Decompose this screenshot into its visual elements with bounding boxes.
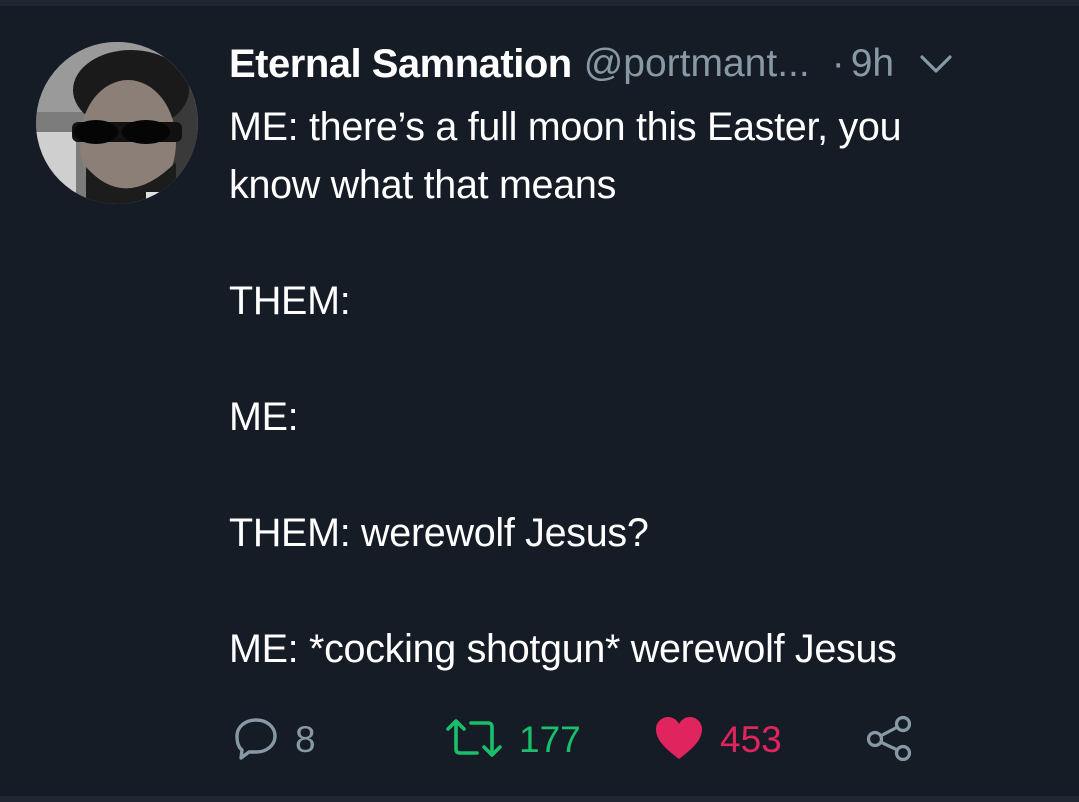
reply-button[interactable]: 8 xyxy=(233,714,316,766)
reply-icon xyxy=(233,715,279,766)
display-name[interactable]: Eternal Samnation xyxy=(229,42,572,87)
share-icon xyxy=(865,715,915,766)
tweet-header: Eternal Samnation @portmant... · 9h xyxy=(229,40,956,88)
tweet-text-line xyxy=(229,562,1049,620)
share-button[interactable] xyxy=(865,714,915,766)
tweet-text-line: THEM: xyxy=(229,279,351,323)
retweet-count: 177 xyxy=(519,719,581,760)
tweet-text-line: ME: xyxy=(229,395,299,439)
tweet-text: ME: there’s a full moon this Easter, you… xyxy=(229,98,1049,678)
retweet-button[interactable]: 177 xyxy=(445,714,581,766)
tweet-text-line: ME: *cocking shotgun* werewolf Jesus xyxy=(229,627,897,671)
user-handle[interactable]: @portmant... xyxy=(584,42,810,86)
bottom-divider xyxy=(0,796,1079,802)
tweet-text-line xyxy=(229,330,1049,388)
tweet-text-line: THEM: werewolf Jesus? xyxy=(229,511,649,555)
like-count: 453 xyxy=(720,719,782,760)
tweet-text-line: ME: there’s a full moon this Easter, you xyxy=(229,105,902,149)
top-divider xyxy=(0,0,1079,6)
tweet-text-line xyxy=(229,446,1049,504)
avatar[interactable] xyxy=(36,42,198,204)
reply-count: 8 xyxy=(295,719,316,760)
separator-dot: · xyxy=(831,42,845,85)
tweet-text-line xyxy=(229,214,1049,272)
retweet-icon xyxy=(445,715,503,766)
avatar-photo xyxy=(36,42,198,204)
chevron-down-icon[interactable] xyxy=(916,44,956,84)
tweet-text-line: know what that means xyxy=(229,163,617,207)
heart-icon xyxy=(654,715,704,766)
like-button[interactable]: 453 xyxy=(654,714,782,766)
timestamp[interactable]: 9h xyxy=(851,42,894,86)
